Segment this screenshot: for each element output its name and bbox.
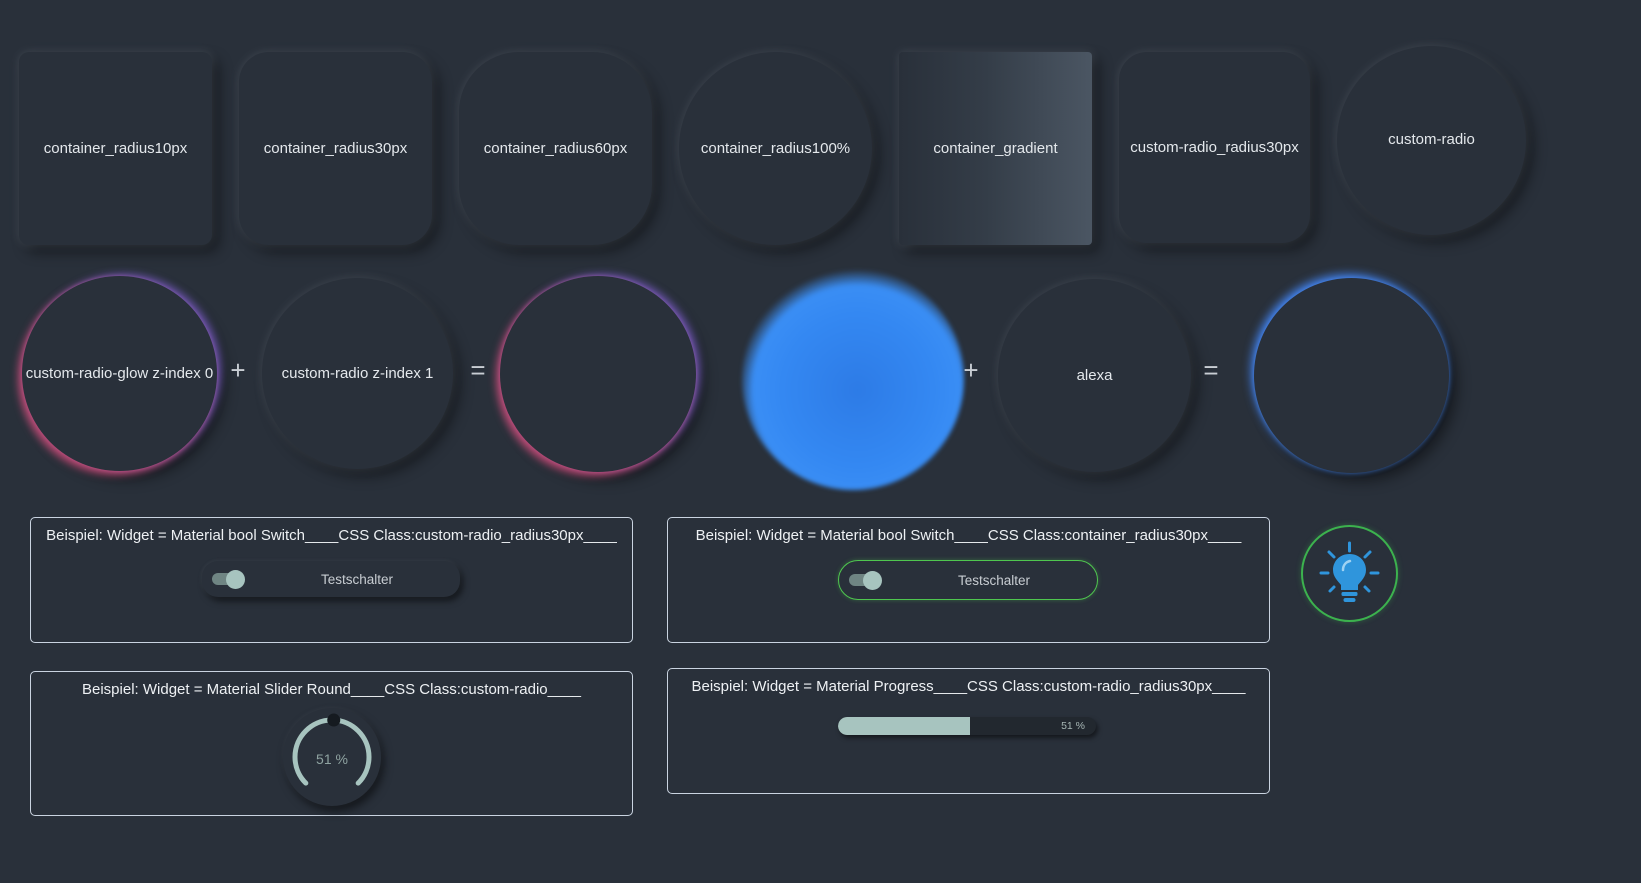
panel-title: Beispiel: Widget = Material Slider Round… [82,681,581,698]
panel-title: Beispiel: Widget = Material bool Switch_… [695,527,1242,544]
custom-radio-circle: custom-radio [1337,46,1526,235]
container-radius10px: container_radius10px [19,52,212,245]
testschalter-switch[interactable]: Testschalter [202,561,460,597]
container-radius60px: container_radius60px [459,52,652,245]
progress-bar: 51 % [838,717,1096,735]
lightbulb-button[interactable] [1301,525,1398,622]
glow-circle-label: custom-radio-glow z-index 0 [25,365,214,382]
combined-glow-circle [500,276,696,472]
container-label: container_radius10px [43,140,188,157]
progress-panel: Beispiel: Widget = Material Progress____… [667,668,1270,794]
radio-circle-label: custom-radio z-index 1 [281,365,434,382]
container-label: container_radius100% [700,140,851,157]
container-label: container_radius60px [483,140,628,157]
plus-sign: + [230,354,246,385]
panel-title: Beispiel: Widget = Material bool Switch_… [46,527,617,544]
custom-radio-glow-circle: custom-radio-glow z-index 0 [22,276,217,471]
container-gradient: container_gradient [899,52,1092,245]
combined-blue-glow-circle [1254,278,1449,473]
container-label: custom-radio [1388,130,1475,148]
container-radius100: container_radius100% [679,52,872,245]
container-radius30px: container_radius30px [239,52,432,245]
testschalter-switch-green[interactable]: Testschalter [838,560,1098,600]
lightbulb-icon [1319,541,1380,602]
switch-label: Testschalter [320,571,394,587]
custom-radio-circle-zindex1: custom-radio z-index 1 [262,278,453,469]
switch-label: Testschalter [957,572,1031,588]
panel-title: Beispiel: Widget = Material Progress____… [691,678,1246,695]
alexa-label: alexa [1076,367,1113,384]
equals-sign: = [470,354,486,385]
container-label: container_gradient [933,140,1058,157]
container-label: custom-radio_radius30px [1130,139,1299,156]
custom-radio-radius30px: custom-radio_radius30px [1119,52,1310,243]
container-label: container_radius30px [263,140,408,157]
progress-value: 51 % [1061,720,1085,732]
switch-panel-custom-radio: Beispiel: Widget = Material bool Switch_… [30,517,633,643]
progress-fill [838,717,970,735]
plus-sign-2: + [963,354,979,385]
slider-value: 51 % [316,751,348,767]
alexa-circle: alexa [998,279,1191,472]
equals-sign-2: = [1203,354,1219,385]
switch-panel-container: Beispiel: Widget = Material bool Switch_… [667,517,1270,643]
slider-panel: Beispiel: Widget = Material Slider Round… [30,671,633,816]
blue-glow-ball [742,268,964,490]
round-slider[interactable]: 51 % [283,708,381,806]
